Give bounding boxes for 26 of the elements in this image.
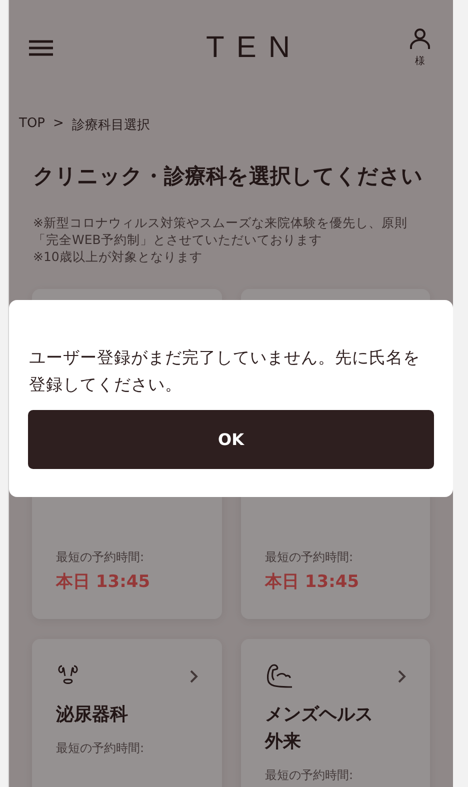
notice-text: ※新型コロナウィルス対策やスムーズな来院体験を優先し、原則「完全WEB予約制」とさせていただいております [33,214,408,248]
user-icon [409,28,431,50]
chevron-right-icon [398,670,406,682]
account-button[interactable]: 様 [409,28,431,68]
earliest-label: 最短の予約時間: [265,767,354,784]
dialog-message: ユーザー登録がまだ完了していません。先に氏名を登録してください。 [29,347,421,396]
clinic-card[interactable]: メンズヘルス外来 最短の予約時間: [241,639,430,787]
page-title: クリニック・診療科を選択してください [33,163,424,190]
earliest-time: 本日 13:45 [56,571,152,593]
ok-button[interactable]: OK [28,410,434,469]
clinic-name: 泌尿器科 [56,703,129,727]
menu-icon [29,40,53,56]
earliest-label: 最短の予約時間: [56,549,146,566]
notice-text: ※10歳以上が対象となります [33,248,204,265]
breadcrumb-link[interactable]: TOP [19,116,46,134]
breadcrumb-link[interactable]: 診療科目選択 [72,116,150,134]
clinic-card[interactable]: 泌尿器科 最短の予約時間: [32,639,222,787]
breadcrumb-separator: > [53,116,64,133]
earliest-label: 最短の予約時間: [56,740,146,757]
chevron-right-icon [190,670,198,682]
flexed-arm-icon [265,663,293,689]
logo: TEN [206,31,302,65]
menu-button[interactable] [29,40,53,56]
earliest-time: 本日 13:45 [265,571,360,593]
earliest-label: 最短の予約時間: [265,549,354,566]
clinic-name: メンズヘルス外来 [265,703,374,754]
